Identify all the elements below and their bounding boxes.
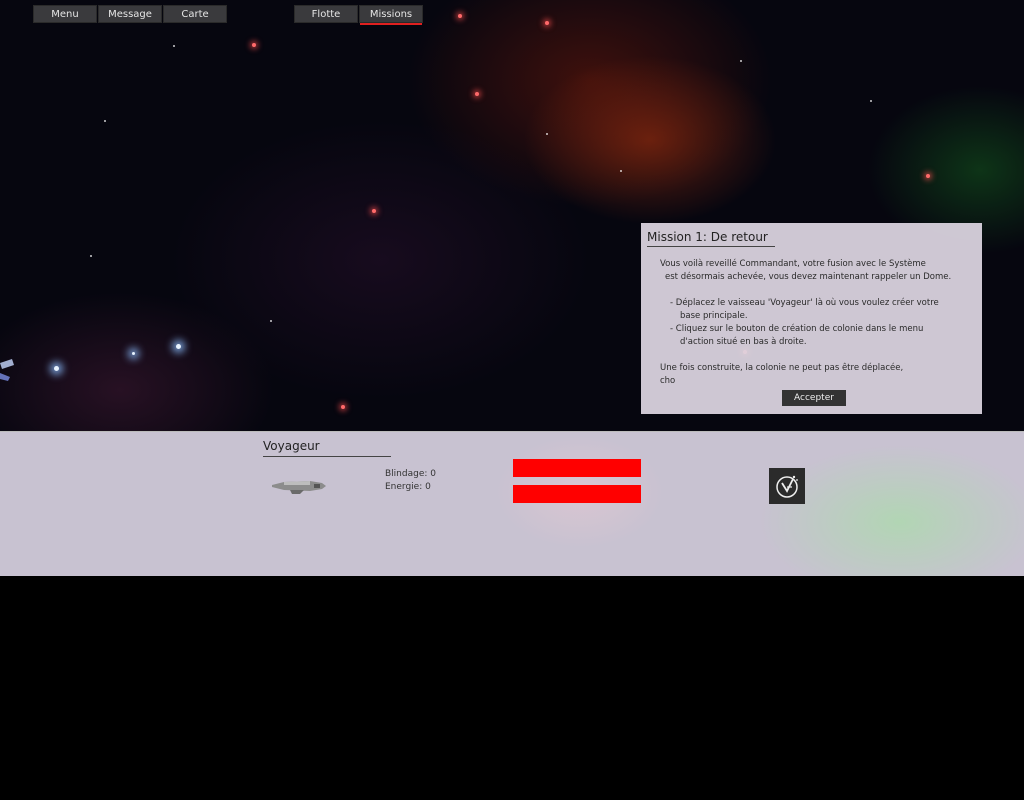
menu-button[interactable]: Menu [33,5,97,23]
energy-bar [513,485,641,503]
message-button[interactable]: Message [98,5,162,23]
star [54,366,59,371]
fleet-button[interactable]: Flotte [294,5,358,23]
map-button[interactable]: Carte [163,5,227,23]
accept-button[interactable]: Accepter [782,390,846,406]
star [740,60,742,62]
star [132,352,135,355]
star [870,100,872,102]
colony-clock-icon [776,475,798,498]
star [341,405,345,409]
mission-note: Une fois construite, la colonie ne peut … [660,363,904,373]
ship-name: Voyageur [263,439,391,457]
star [252,43,256,47]
create-colony-button[interactable] [769,468,805,504]
mission-note: cho [660,376,676,386]
star [458,14,462,18]
selection-panel: Voyageur Blindage: 0 Energie: 0 [0,431,1024,576]
star [546,133,548,135]
mission-step: base principale. [680,311,748,321]
mission-step: d'action situé en bas à droite. [680,337,807,347]
mission-title: Mission 1: De retour [647,230,775,247]
star [372,209,376,213]
ship-thumbnail-icon [272,481,326,494]
armor-bar [513,459,641,477]
star [176,344,181,349]
star [620,170,622,172]
missions-button[interactable]: Missions [359,5,423,25]
mission-text: Vous voilà reveillé Commandant, votre fu… [660,258,970,388]
star [926,174,930,178]
star [475,92,479,96]
star [545,21,549,25]
star [270,320,272,322]
mission-step: - Cliquez sur le bouton de création de c… [670,324,924,334]
mission-step: - Déplacez le vaisseau 'Voyageur' là où … [670,298,939,308]
star [173,45,175,47]
star [104,120,106,122]
energy-stat: Energie: 0 [385,482,431,492]
ship-sprite[interactable] [0,355,16,385]
star [90,255,92,257]
mission-text-line: Vous voilà reveillé Commandant, votre fu… [660,259,926,269]
mission-dialog: Mission 1: De retour Vous voilà reveillé… [641,223,982,414]
armor-stat: Blindage: 0 [385,469,436,479]
mission-text-line: est désormais achevée, vous devez mainte… [665,272,952,282]
